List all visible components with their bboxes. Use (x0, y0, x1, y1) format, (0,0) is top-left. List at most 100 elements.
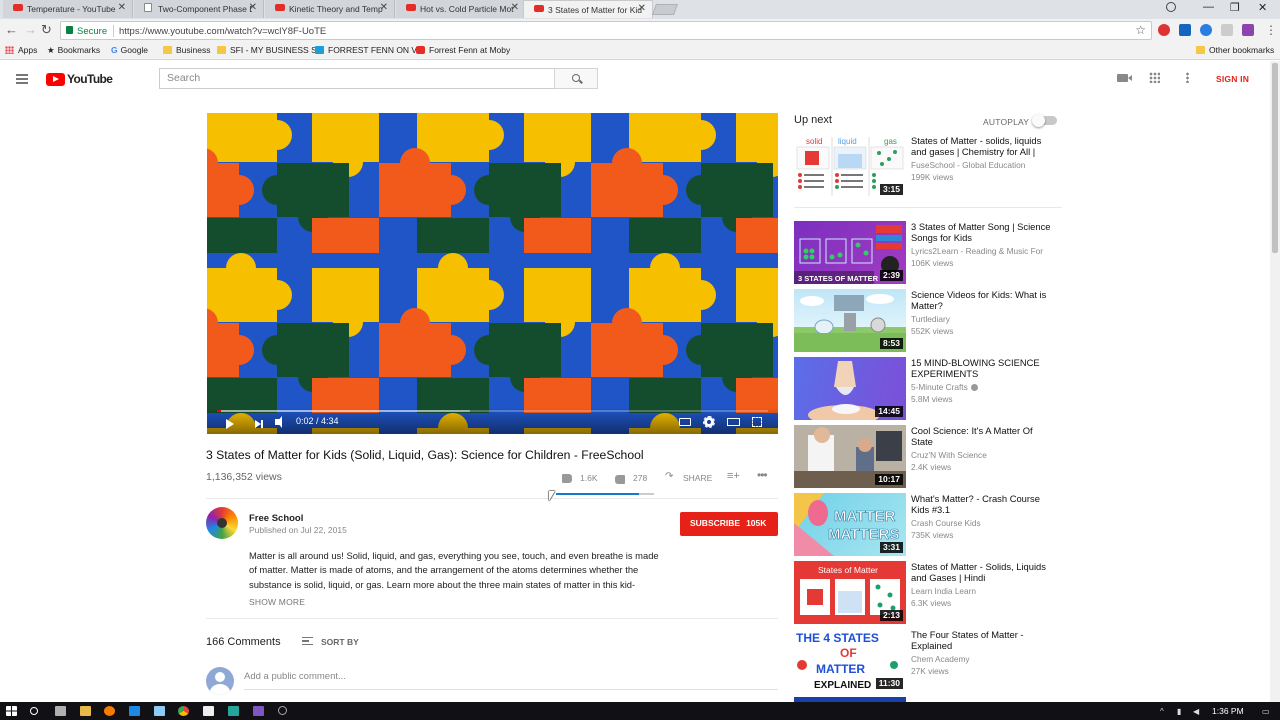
video-thumbnail[interactable]: THE 4 STATES OF MATTER EXPLAINED 11:30 (794, 629, 906, 692)
file-explorer-icon[interactable] (80, 706, 91, 716)
add-to-playlist-icon[interactable]: ≡+ (727, 470, 740, 482)
bookmark-business[interactable]: Business (163, 45, 211, 55)
youtube-logo[interactable]: YouTube (46, 72, 113, 86)
rec-title[interactable]: 3 States of Matter Song | Science Songs … (911, 221, 1051, 243)
close-icon[interactable]: ✕ (511, 2, 519, 13)
tray-arrow-icon[interactable]: ^ (1160, 707, 1164, 716)
bookmark-google[interactable]: G Google (111, 45, 148, 55)
app-icon[interactable] (278, 706, 287, 715)
settings-gear-icon[interactable] (703, 416, 715, 428)
recommended-video[interactable]: solid liquid gas 3:15 States of Matter -… (794, 135, 1064, 199)
windows-start-icon[interactable] (6, 706, 17, 716)
tab-hot-vs-cold[interactable]: Hot vs. Cold Particle Mot ✕ (396, 0, 526, 18)
bookmark-other[interactable]: Other bookmarks (1196, 45, 1274, 55)
rec-title[interactable]: Cool Science: It's A Matter Of State (911, 425, 1051, 447)
rec-title[interactable]: States of Matter - Solids, Liquids and G… (911, 561, 1051, 583)
app-icon[interactable] (129, 706, 140, 716)
more-options-icon[interactable] (1186, 72, 1189, 83)
bookmark-bookmarks[interactable]: ★ Bookmarks (47, 45, 100, 56)
app-icon[interactable] (228, 706, 239, 716)
recommended-video[interactable]: 8:53 Science Videos for Kids: What is Ma… (794, 289, 1064, 353)
profile-icon[interactable] (1166, 2, 1176, 12)
rec-title[interactable]: The Four States of Matter - Explained (911, 629, 1051, 651)
close-icon[interactable]: ✕ (638, 3, 646, 14)
channel-avatar[interactable] (206, 507, 238, 539)
captions-icon[interactable] (679, 418, 691, 426)
bookmark-forrest-fenn-vimeo[interactable]: FORREST FENN ON V (315, 45, 417, 55)
search-icon[interactable] (30, 707, 38, 715)
bookmark-star-icon[interactable]: ☆ (1135, 23, 1146, 37)
show-more-button[interactable]: SHOW MORE (249, 597, 305, 607)
visual-studio-icon[interactable] (253, 706, 264, 716)
bookmark-sfi[interactable]: SFI - MY BUSINESS S (217, 45, 317, 55)
close-icon[interactable]: ✕ (118, 2, 126, 13)
recommended-video[interactable]: THE 4 STATES OF MATTER EXPLAINED 11:30 T… (794, 629, 1064, 693)
video-thumbnail[interactable]: 3 STATES OF MATTER 2:39 (794, 221, 906, 284)
subscribe-button[interactable]: SUBSCRIBE 105K (680, 512, 778, 536)
theater-mode-icon[interactable] (727, 418, 740, 426)
task-view-icon[interactable] (55, 706, 66, 716)
scrollbar-thumb[interactable] (1272, 63, 1278, 253)
volume-icon[interactable]: ◀ (1193, 707, 1199, 716)
chrome-menu-icon[interactable]: ⋮ (1265, 23, 1277, 37)
new-tab-button[interactable] (651, 4, 679, 15)
rec-title[interactable]: Science Videos for Kids: What is Matter? (911, 289, 1051, 311)
recommended-video[interactable]: 14:45 15 MIND-BLOWING SCIENCE EXPERIMENT… (794, 357, 1064, 421)
play-icon[interactable] (226, 419, 234, 429)
extension-globe-icon[interactable] (1200, 24, 1212, 36)
volume-icon[interactable] (275, 416, 282, 428)
comment-input[interactable]: Add a public comment... (244, 670, 778, 690)
video-thumbnail[interactable]: solid liquid gas 3:15 (794, 135, 906, 198)
extension-puzzle-icon[interactable] (1242, 24, 1254, 36)
more-actions-icon[interactable]: ••• (757, 468, 768, 482)
bookmark-forrest-fenn-moby[interactable]: Forrest Fenn at Moby (416, 45, 510, 55)
youtube-apps-icon[interactable] (1149, 72, 1160, 83)
notifications-icon[interactable]: ▭ (1262, 707, 1270, 716)
tab-temperature[interactable]: Temperature - YouTube ✕ (3, 0, 133, 18)
notepad-icon[interactable] (203, 706, 214, 716)
firefox-icon[interactable] (104, 706, 115, 716)
url-text[interactable]: https://www.youtube.com/watch?v=wclY8F-U… (119, 26, 326, 37)
extension-bookmark-icon[interactable] (1179, 24, 1191, 36)
video-thumbnail[interactable]: MATTER MATTERS 3:31 (794, 493, 906, 556)
bookmark-apps[interactable]: Apps (5, 45, 37, 55)
page-scrollbar[interactable] (1270, 61, 1280, 702)
tab-states-of-matter[interactable]: 3 States of Matter for Kids ✕ (523, 0, 653, 18)
close-icon[interactable]: ✕ (249, 2, 257, 13)
window-close-icon[interactable]: ✕ (1258, 1, 1267, 14)
back-icon[interactable]: ← (5, 22, 18, 37)
tab-kinetic-theory[interactable]: Kinetic Theory and Temp ✕ (265, 0, 395, 18)
rec-title[interactable]: States of Matter - solids, liquids and g… (911, 135, 1051, 157)
channel-name[interactable]: Free School (249, 513, 303, 524)
search-button[interactable] (554, 68, 598, 89)
extension-badge-icon[interactable] (1158, 24, 1170, 36)
video-thumbnail[interactable]: 10:17 (794, 425, 906, 488)
tab-two-component[interactable]: Two-Component Phase D ✕ (134, 0, 264, 18)
upload-video-icon[interactable] (1117, 74, 1132, 82)
recommended-video[interactable]: 3 STATES OF MATTER 2:39 3 States of Matt… (794, 221, 1064, 285)
app-icon[interactable] (154, 706, 165, 716)
close-icon[interactable]: ✕ (380, 2, 388, 13)
chrome-icon[interactable] (178, 706, 189, 716)
clock[interactable]: 1:36 PM (1212, 706, 1244, 716)
sign-in-button[interactable]: SIGN IN (1216, 74, 1249, 84)
extension-page-icon[interactable] (1221, 24, 1233, 36)
guide-menu-icon[interactable] (16, 74, 28, 84)
network-icon[interactable]: ▮ (1177, 707, 1181, 716)
progress-bar[interactable] (217, 410, 768, 412)
recommended-video[interactable]: MATTER MATTERS 3:31 What's Matter? - Cra… (794, 493, 1064, 557)
minimize-icon[interactable]: — (1203, 1, 1214, 13)
recommended-video[interactable]: 10:17 Cool Science: It's A Matter Of Sta… (794, 425, 1064, 489)
next-icon[interactable] (255, 420, 263, 428)
recommended-video[interactable]: States of Matter 2:13 States of Matter -… (794, 561, 1064, 625)
sort-icon[interactable] (302, 637, 313, 645)
video-thumbnail[interactable]: 8:53 (794, 289, 906, 352)
video-player[interactable]: 0:02 / 4:34 (207, 113, 778, 434)
restore-icon[interactable]: ❐ (1230, 1, 1240, 14)
reload-icon[interactable]: ↻ (41, 22, 52, 38)
forward-icon[interactable]: → (24, 22, 37, 37)
video-thumbnail[interactable]: States of Matter 2:13 (794, 561, 906, 624)
sort-by-button[interactable]: SORT BY (321, 637, 359, 647)
video-thumbnail[interactable]: 14:45 (794, 357, 906, 420)
rec-title[interactable]: 15 MIND-BLOWING SCIENCE EXPERIMENTS (911, 357, 1051, 379)
